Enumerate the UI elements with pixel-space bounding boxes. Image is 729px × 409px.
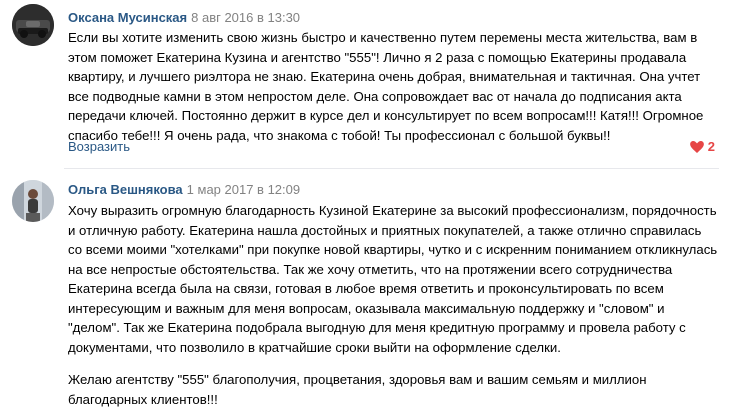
comment-header: Ольга Вешнякова 1 мар 2017 в 12:09 <box>68 182 300 198</box>
comment-date[interactable]: 8 авг 2016 в 13:30 <box>191 10 300 25</box>
heart-icon <box>689 140 704 153</box>
comment-paragraph: Желаю агентству "555" благополучия, проц… <box>68 372 647 407</box>
divider <box>64 168 719 169</box>
author-name[interactable]: Оксана Мусинская <box>68 10 187 25</box>
author-name[interactable]: Ольга Вешнякова <box>68 182 183 197</box>
avatar[interactable] <box>12 4 54 46</box>
comment-text: Хочу выразить огромную благодарность Куз… <box>68 201 718 409</box>
like-count: 2 <box>707 139 715 154</box>
like-button[interactable]: 2 <box>689 139 715 154</box>
avatar[interactable] <box>12 180 54 222</box>
comment: Ольга Вешнякова 1 мар 2017 в 12:09 Хочу в… <box>0 178 729 407</box>
reply-button[interactable]: Возразить <box>68 139 130 154</box>
comment-date[interactable]: 1 мар 2017 в 12:09 <box>187 182 300 197</box>
comment-text: Если вы хотите изменить свою жизнь быстр… <box>68 28 718 145</box>
comment-header: Оксана Мусинская 8 авг 2016 в 13:30 <box>68 10 300 26</box>
comment-paragraph: Если вы хотите изменить свою жизнь быстр… <box>68 30 704 143</box>
comment: Оксана Мусинская 8 авг 2016 в 13:30 Если … <box>0 0 729 168</box>
comment-paragraph: Хочу выразить огромную благодарность Куз… <box>68 203 718 355</box>
